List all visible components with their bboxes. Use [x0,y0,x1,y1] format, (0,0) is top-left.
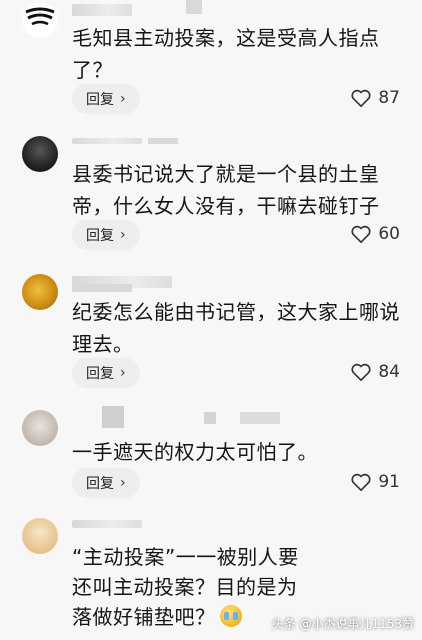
reply-button[interactable]: 回复 › [72,358,140,388]
avatar[interactable] [22,2,58,38]
heart-outline-icon [351,363,371,381]
username[interactable] [72,520,142,528]
like-count: 87 [378,88,400,108]
reply-button[interactable]: 回复 › [72,220,140,250]
like-count: 60 [378,224,400,244]
redacted-area [72,284,132,292]
chevron-right-icon: › [120,365,126,381]
reply-label: 回复 [86,228,114,244]
reply-label: 回复 [86,366,114,382]
like-button[interactable]: 60 [350,224,400,244]
redacted-area [204,412,216,424]
like-count: 91 [378,472,400,492]
heart-outline-icon [351,473,371,491]
comment-text-line: “主动投案”一一被别人要 [72,545,299,569]
comment-text-line: 还叫主动投案？目的是为 [72,575,298,599]
comment-text: 纪委怎么能由书记管，这大家上哪说理去。 [72,300,400,356]
chevron-right-icon: › [120,227,126,243]
heart-outline-icon [351,225,371,243]
like-button[interactable]: 84 [350,362,400,382]
comment-text: 毛知县主动投案，这是受高人指点了？ [72,26,380,82]
comment-feed: 毛知县主动投案，这是受高人指点了？ 回复 › 87 县委书记说大了就是一个县的土… [0,0,422,640]
reply-button[interactable]: 回复 › [72,84,140,114]
like-button[interactable]: 87 [350,88,400,108]
chevron-right-icon: › [120,475,126,491]
reply-label: 回复 [86,476,114,492]
username[interactable] [72,138,142,144]
avatar[interactable] [22,136,58,172]
avatar[interactable] [22,518,58,554]
avatar[interactable] [22,410,58,446]
chevron-right-icon: › [120,91,126,107]
comment-text-fragment: 落做好铺垫吧？ [72,605,216,629]
username[interactable] [72,4,132,16]
like-button[interactable]: 91 [350,472,400,492]
crying-face-emoji-icon [219,605,242,627]
reply-button[interactable]: 回复 › [72,468,140,498]
redacted-area [102,406,124,428]
like-count: 84 [378,362,400,382]
redacted-area [148,138,178,144]
heart-outline-icon [351,89,371,107]
redacted-area [240,412,280,424]
avatar[interactable] [22,274,58,310]
redacted-area [186,0,202,14]
reply-label: 回复 [86,92,114,108]
comment-text: 一手遮天的权力太可怕了。 [72,440,318,464]
watermark: 头条 @小杰说事儿1153赞 [271,617,414,631]
comment-text: 县委书记说大了就是一个县的土皇帝，什么女人没有，干嘛去碰钉子 [72,162,380,218]
